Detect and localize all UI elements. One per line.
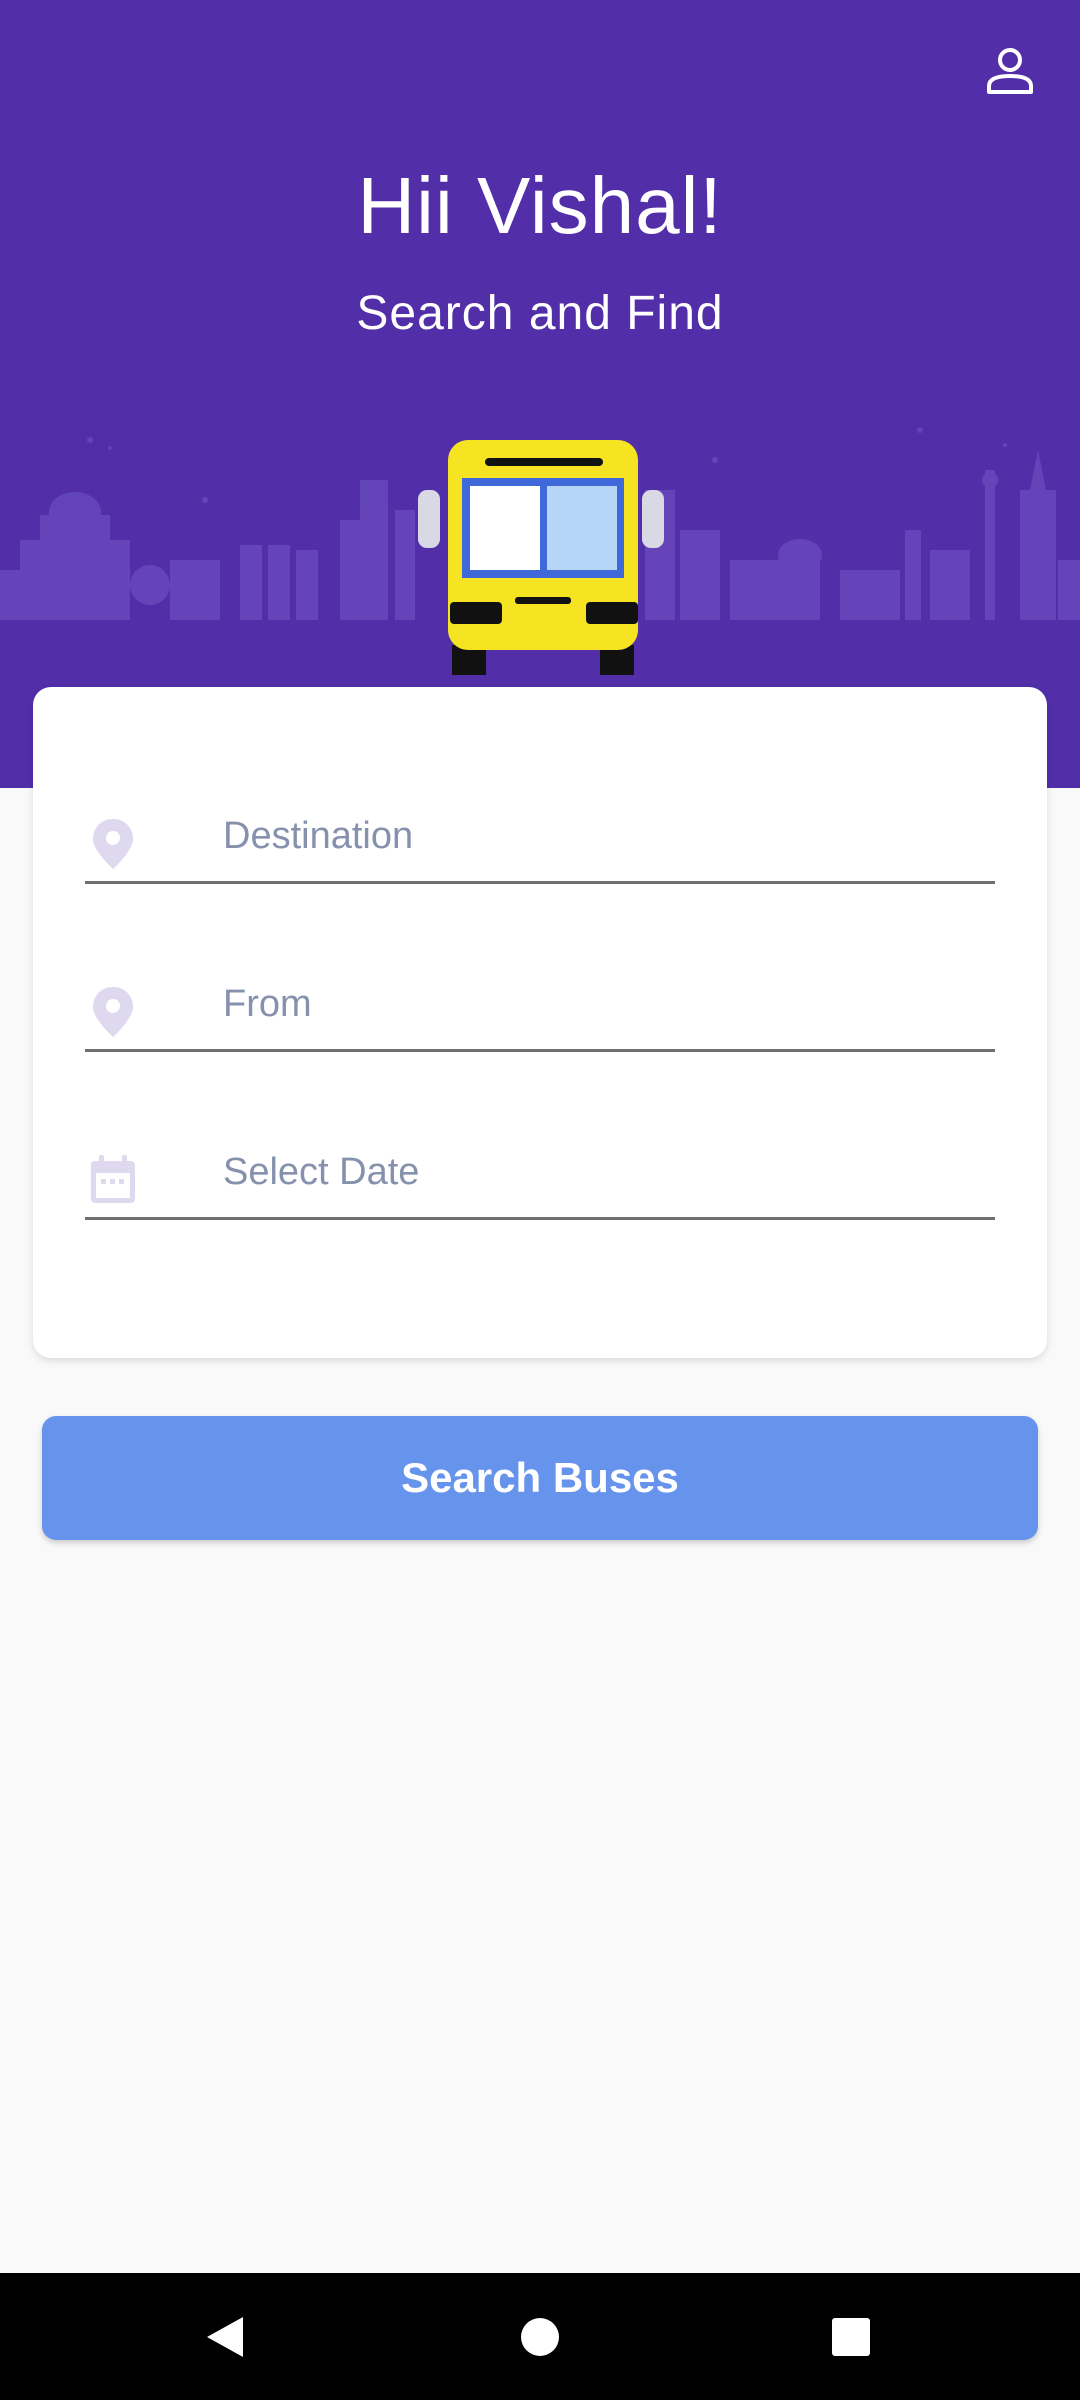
location-pin-icon <box>93 987 133 1037</box>
date-field[interactable]: Select Date <box>85 1133 995 1220</box>
destination-field[interactable]: Destination <box>85 797 995 884</box>
search-form-card: Destination From Select Date <box>33 687 1047 1358</box>
nav-recents-button[interactable] <box>781 2273 921 2400</box>
person-icon <box>987 48 1033 94</box>
greeting-title: Hii Vishal! <box>357 161 723 250</box>
destination-placeholder: Destination <box>223 815 414 857</box>
bus-illustration <box>418 440 664 675</box>
system-navigation-bar <box>0 2273 1080 2400</box>
from-field[interactable]: From <box>85 965 995 1052</box>
app-screen: Hii Vishal! Search and Find Destination … <box>0 0 1080 2400</box>
header-banner: Hii Vishal! Search and Find <box>0 0 1080 788</box>
profile-button[interactable] <box>978 40 1042 104</box>
location-pin-icon <box>93 819 133 869</box>
back-icon <box>207 2316 243 2357</box>
date-placeholder: Select Date <box>223 1151 420 1193</box>
home-icon <box>521 2317 559 2356</box>
nav-home-button[interactable] <box>470 2273 610 2400</box>
calendar-icon <box>91 1155 135 1203</box>
greeting-subtitle: Search and Find <box>356 287 724 340</box>
nav-back-button[interactable] <box>155 2273 295 2400</box>
from-placeholder: From <box>223 983 312 1025</box>
recents-icon <box>832 2317 870 2356</box>
search-buses-button[interactable]: Search Buses <box>42 1416 1038 1540</box>
